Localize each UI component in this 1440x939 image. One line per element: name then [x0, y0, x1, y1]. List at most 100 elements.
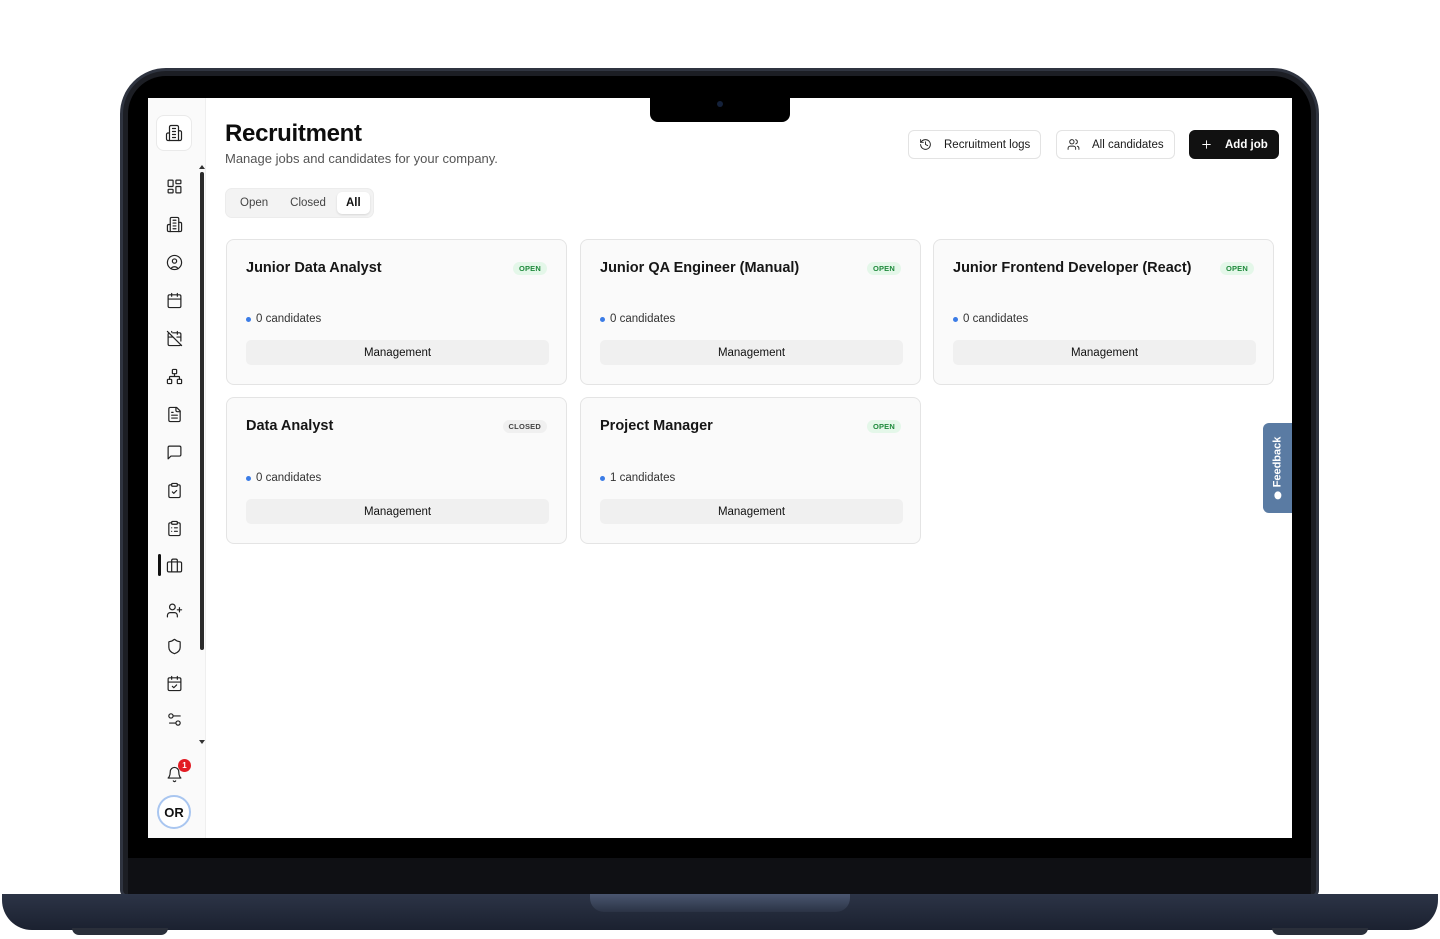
bullet-dot-icon	[953, 316, 958, 322]
app-screen: 1 OR Recruitment Manage jobs and candida…	[148, 98, 1292, 838]
tab-all[interactable]: All	[336, 192, 370, 214]
feedback-tab-content: Feedback	[1272, 437, 1284, 500]
department-tag: Management	[953, 340, 1256, 365]
avatar[interactable]: OR	[157, 795, 191, 829]
add-job-label: Add job	[1225, 138, 1268, 151]
status-badge: OPEN	[866, 420, 901, 433]
candidate-count-label: 0 candidates	[963, 313, 1029, 325]
history-icon	[920, 139, 931, 150]
users-icon	[1067, 139, 1080, 150]
candidate-count: 0 candidates	[246, 472, 321, 484]
department-tag: Management	[600, 340, 903, 365]
department-tag: Management	[600, 499, 903, 524]
recruitment-logs-button[interactable]: Recruitment logs	[908, 130, 1042, 159]
department-tag: Management	[246, 499, 549, 524]
sidebar-item-security[interactable]	[162, 634, 186, 658]
sidebar-item-org-chart[interactable]	[162, 364, 186, 388]
sidebar-item-schedule[interactable]	[162, 671, 186, 695]
candidate-count: 0 candidates	[953, 313, 1028, 325]
tab-open[interactable]: Open	[229, 192, 279, 214]
plus-icon	[1202, 140, 1211, 149]
tab-closed[interactable]: Closed	[279, 192, 337, 214]
calendar-icon	[167, 292, 181, 308]
sidebar-item-dashboard[interactable]	[162, 174, 186, 198]
sidebar: 1 OR	[148, 98, 206, 838]
status-badge: CLOSED	[502, 420, 547, 433]
sidebar-item-tasks[interactable]	[162, 478, 186, 502]
shield-icon	[167, 638, 181, 654]
job-card[interactable]: Project Manager OPEN 1 candidates Manage…	[580, 397, 921, 544]
chat-bubble-icon	[1274, 491, 1281, 500]
chat-icon	[167, 445, 181, 459]
document-icon	[167, 406, 181, 422]
sidebar-item-reports[interactable]	[162, 516, 186, 540]
bullet-dot-icon	[600, 475, 605, 481]
job-card[interactable]: Junior Frontend Developer (React) OPEN 0…	[933, 239, 1274, 385]
user-circle-icon	[166, 254, 182, 270]
job-card[interactable]: Junior Data Analyst OPEN 0 candidates Ma…	[226, 239, 567, 385]
all-candidates-button[interactable]: All candidates	[1056, 130, 1175, 159]
recruitment-logs-label: Recruitment logs	[944, 138, 1031, 151]
building-icon	[166, 216, 182, 232]
all-candidates-label: All candidates	[1092, 138, 1164, 151]
candidate-count: 1 candidates	[600, 472, 675, 484]
candidate-count: 0 candidates	[600, 313, 675, 325]
bullet-dot-icon	[246, 475, 251, 481]
job-title: Junior Data Analyst	[246, 260, 382, 276]
candidate-count-label: 1 candidates	[610, 472, 676, 484]
candidate-count-label: 0 candidates	[256, 472, 322, 484]
status-badge: OPEN	[1219, 262, 1254, 275]
add-job-button[interactable]: Add job	[1189, 130, 1279, 159]
page-title: Recruitment	[225, 120, 362, 147]
department-tag: Management	[246, 340, 549, 365]
sidebar-item-calendar[interactable]	[162, 288, 186, 312]
camera-icon	[717, 101, 723, 107]
laptop-chin	[128, 858, 1311, 898]
job-title: Junior Frontend Developer (React)	[953, 260, 1192, 276]
job-title: Junior QA Engineer (Manual)	[600, 260, 800, 276]
job-title: Data Analyst	[246, 418, 334, 434]
candidate-count-label: 0 candidates	[256, 313, 322, 325]
sidebar-item-company[interactable]	[162, 212, 186, 236]
clipboard-check-icon	[167, 482, 181, 498]
job-title: Project Manager	[600, 418, 713, 434]
page-subtitle: Manage jobs and candidates for your comp…	[225, 151, 498, 166]
job-card[interactable]: Data Analyst CLOSED 0 candidates Managem…	[226, 397, 567, 544]
candidate-count: 0 candidates	[246, 313, 321, 325]
clipboard-list-icon	[167, 520, 181, 536]
feedback-label: Feedback	[1271, 436, 1284, 488]
scroll-up-arrow[interactable]	[199, 165, 205, 169]
sliders-icon	[167, 712, 181, 726]
bullet-dot-icon	[246, 316, 251, 322]
org-chart-icon	[166, 368, 182, 384]
sidebar-item-recruitment[interactable]	[162, 553, 186, 577]
status-badge: OPEN	[512, 262, 547, 275]
building-icon	[165, 124, 183, 142]
calendar-check-icon	[167, 675, 181, 691]
user-plus-icon	[166, 603, 182, 617]
sidebar-item-documents[interactable]	[162, 402, 186, 426]
job-status-tabs: Open Closed All	[225, 188, 374, 218]
sidebar-item-time-off[interactable]	[162, 326, 186, 350]
briefcase-icon	[166, 558, 182, 572]
status-badge: OPEN	[866, 262, 901, 275]
candidate-count-label: 0 candidates	[610, 313, 676, 325]
laptop-foot-right	[1272, 928, 1368, 935]
sidebar-item-settings[interactable]	[162, 707, 186, 731]
laptop-hinge-notch	[590, 894, 850, 912]
laptop-foot-left	[72, 928, 168, 935]
company-logo-button[interactable]	[156, 115, 192, 151]
active-indicator	[158, 554, 161, 576]
grid-icon	[167, 179, 181, 193]
job-card[interactable]: Junior QA Engineer (Manual) OPEN 0 candi…	[580, 239, 921, 385]
sidebar-item-add-user[interactable]	[162, 598, 186, 622]
camera-notch	[650, 98, 790, 122]
feedback-tab[interactable]: Feedback	[1263, 423, 1292, 513]
sidebar-item-messages[interactable]	[162, 440, 186, 464]
scroll-down-arrow[interactable]	[199, 740, 205, 744]
calendar-off-icon	[166, 330, 182, 346]
sidebar-scrollbar[interactable]	[200, 172, 204, 650]
notification-count-badge: 1	[178, 759, 191, 772]
bullet-dot-icon	[600, 316, 605, 322]
sidebar-item-profile[interactable]	[162, 250, 186, 274]
